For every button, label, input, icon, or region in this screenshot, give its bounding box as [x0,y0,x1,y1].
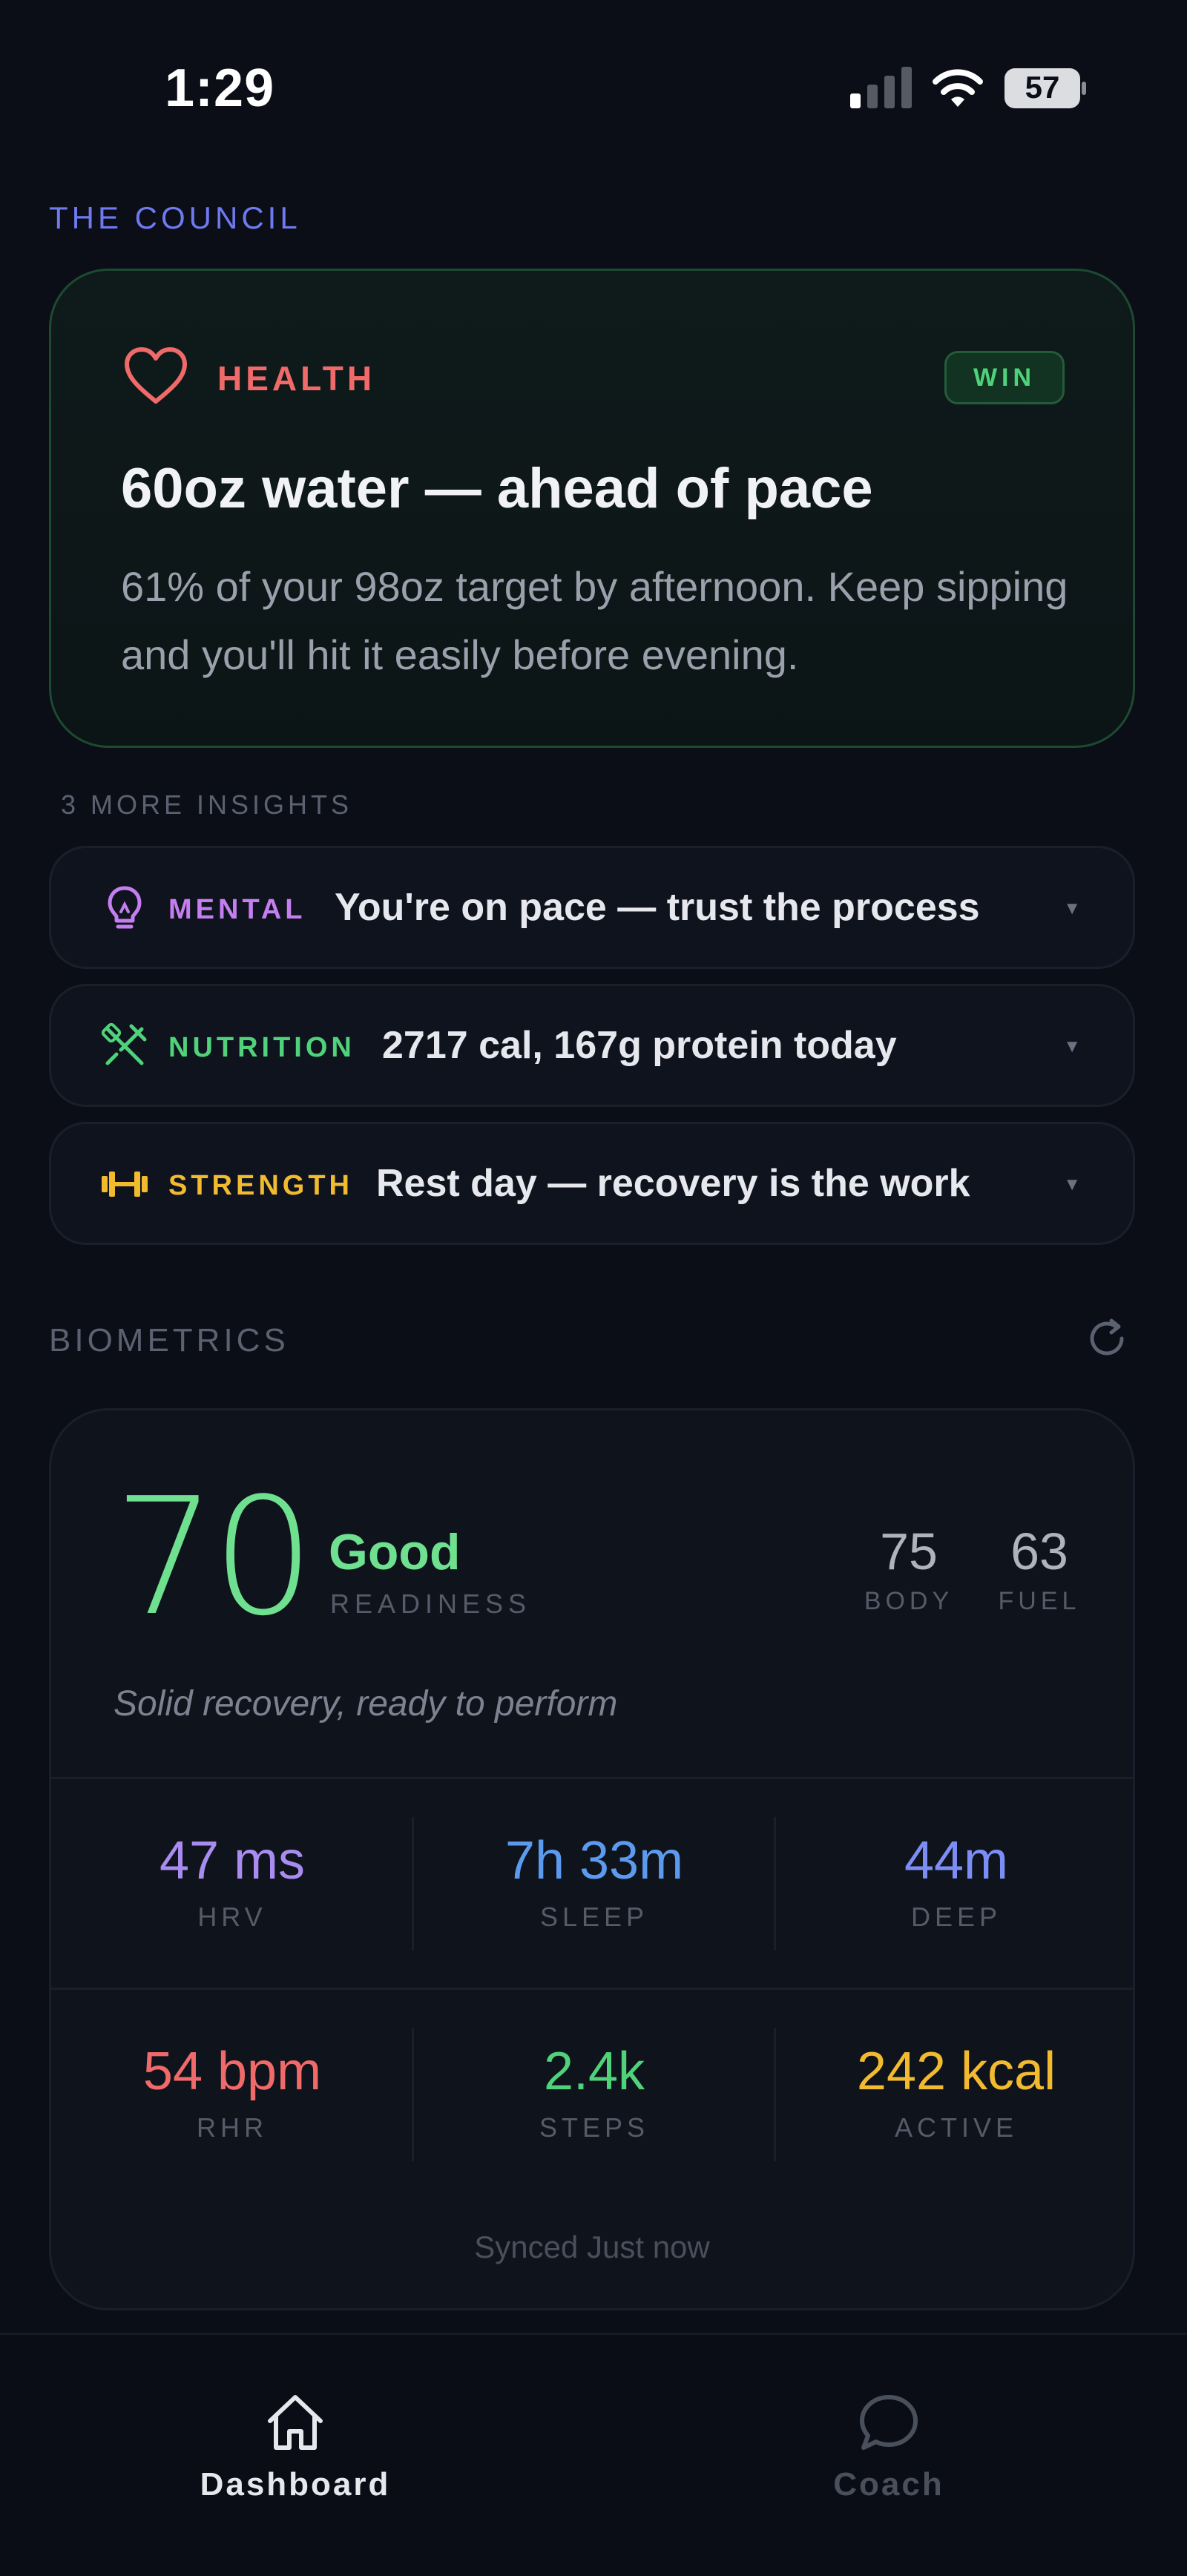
lightbulb-icon [108,886,142,929]
biometrics-card: 70 Good READINESS 75 BODY 63 FUEL Solid … [49,1408,1135,2310]
utensils-icon [101,1022,147,1065]
battery-indicator: 57 [1004,67,1088,110]
insight-category: MENTAL [168,894,306,925]
insight-category: STRENGTH [168,1170,353,1201]
metric-label: RHR [197,2112,268,2143]
insight-message: You're on pace — trust the process [335,886,980,929]
metric-active: 242 kcal ACTIVE [775,2041,1133,2143]
chevron-down-icon: ▼ [1063,898,1081,919]
metric-value: 54 bpm [142,2042,322,2101]
metric-sleep: 7h 33m SLEEP [413,1830,775,1933]
tab-coach[interactable]: Coach [740,2388,1037,2503]
insight-message: Rest day — recovery is the work [376,1162,970,1205]
fuel-score: 63 FUEL [987,1522,1091,1616]
council-section-label: THE COUNCIL [49,200,301,235]
metric-steps: 2.4k STEPS [413,2041,775,2143]
metric-deep: 44m DEEP [775,1830,1133,1933]
bottom-tab-bar: Dashboard Coach [0,2333,1187,2576]
tab-label: Dashboard [200,2466,391,2503]
metric-value: 47 ms [159,1831,306,1890]
metric-label: ACTIVE [894,2112,1019,2143]
readiness-label: READINESS [330,1588,532,1619]
metric-value: 242 kcal [856,2042,1056,2101]
body-score-value: 75 [880,1522,938,1580]
fuel-score-value: 63 [1010,1522,1068,1580]
metric-value: 2.4k [543,2042,645,2101]
body-score-label: BODY [864,1587,954,1615]
dumbbell-icon [102,1172,148,1197]
fuel-score-label: FUEL [998,1587,1081,1615]
chevron-down-icon: ▼ [1063,1174,1081,1195]
metric-label: STEPS [539,2112,650,2143]
sync-status: Synced Just now [474,2230,710,2264]
wifi-icon [933,69,983,107]
insight-row-nutrition[interactable]: NUTRITION 2717 cal, 167g protein today ▼ [49,984,1135,1107]
more-insights-label: 3 MORE INSIGHTS [61,789,353,820]
battery-level: 57 [1025,70,1060,105]
metric-label: HRV [197,1902,267,1932]
chat-bubble-icon [860,2395,918,2450]
tab-dashboard[interactable]: Dashboard [147,2388,444,2503]
metric-label: SLEEP [539,1902,649,1932]
tab-label: Coach [833,2466,944,2503]
insight-category: NUTRITION [168,1032,355,1063]
chevron-down-icon: ▼ [1063,1036,1081,1057]
readiness-status: Good [329,1524,461,1580]
metric-hrv: 47 ms HRV [51,1830,413,1933]
insight-row-strength[interactable]: STRENGTH Rest day — recovery is the work… [49,1122,1135,1245]
cellular-signal-icon [850,67,912,108]
status-time: 1:29 [165,59,275,118]
metric-value: 7h 33m [504,1831,684,1890]
hero-category: HEALTH [217,359,376,398]
metric-value: 44m [904,1831,1009,1890]
metric-rhr: 54 bpm RHR [51,2041,413,2143]
hero-title: 60oz water — ahead of pace [121,457,873,520]
win-badge: WIN [944,351,1065,404]
readiness-score: 70 [114,1464,315,1652]
divider [51,1988,1133,1990]
refresh-icon[interactable] [1085,1316,1129,1361]
status-bar: 1:29 57 [0,0,1187,148]
hero-body: 61% of your 98oz target by afternoon. Ke… [121,563,1068,678]
heart-icon [125,347,187,404]
hero-insight-card[interactable]: HEALTH WIN 60oz water — ahead of pace 61… [49,269,1135,748]
divider [51,1777,1133,1779]
readiness-note: Solid recovery, ready to perform [114,1684,618,1724]
metric-label: DEEP [910,1902,1002,1932]
insight-row-mental[interactable]: MENTAL You're on pace — trust the proces… [49,846,1135,969]
insight-message: 2717 cal, 167g protein today [382,1024,897,1067]
home-icon [268,2395,323,2450]
body-score: 75 BODY [857,1522,961,1616]
biometrics-section-label: BIOMETRICS [49,1322,289,1358]
